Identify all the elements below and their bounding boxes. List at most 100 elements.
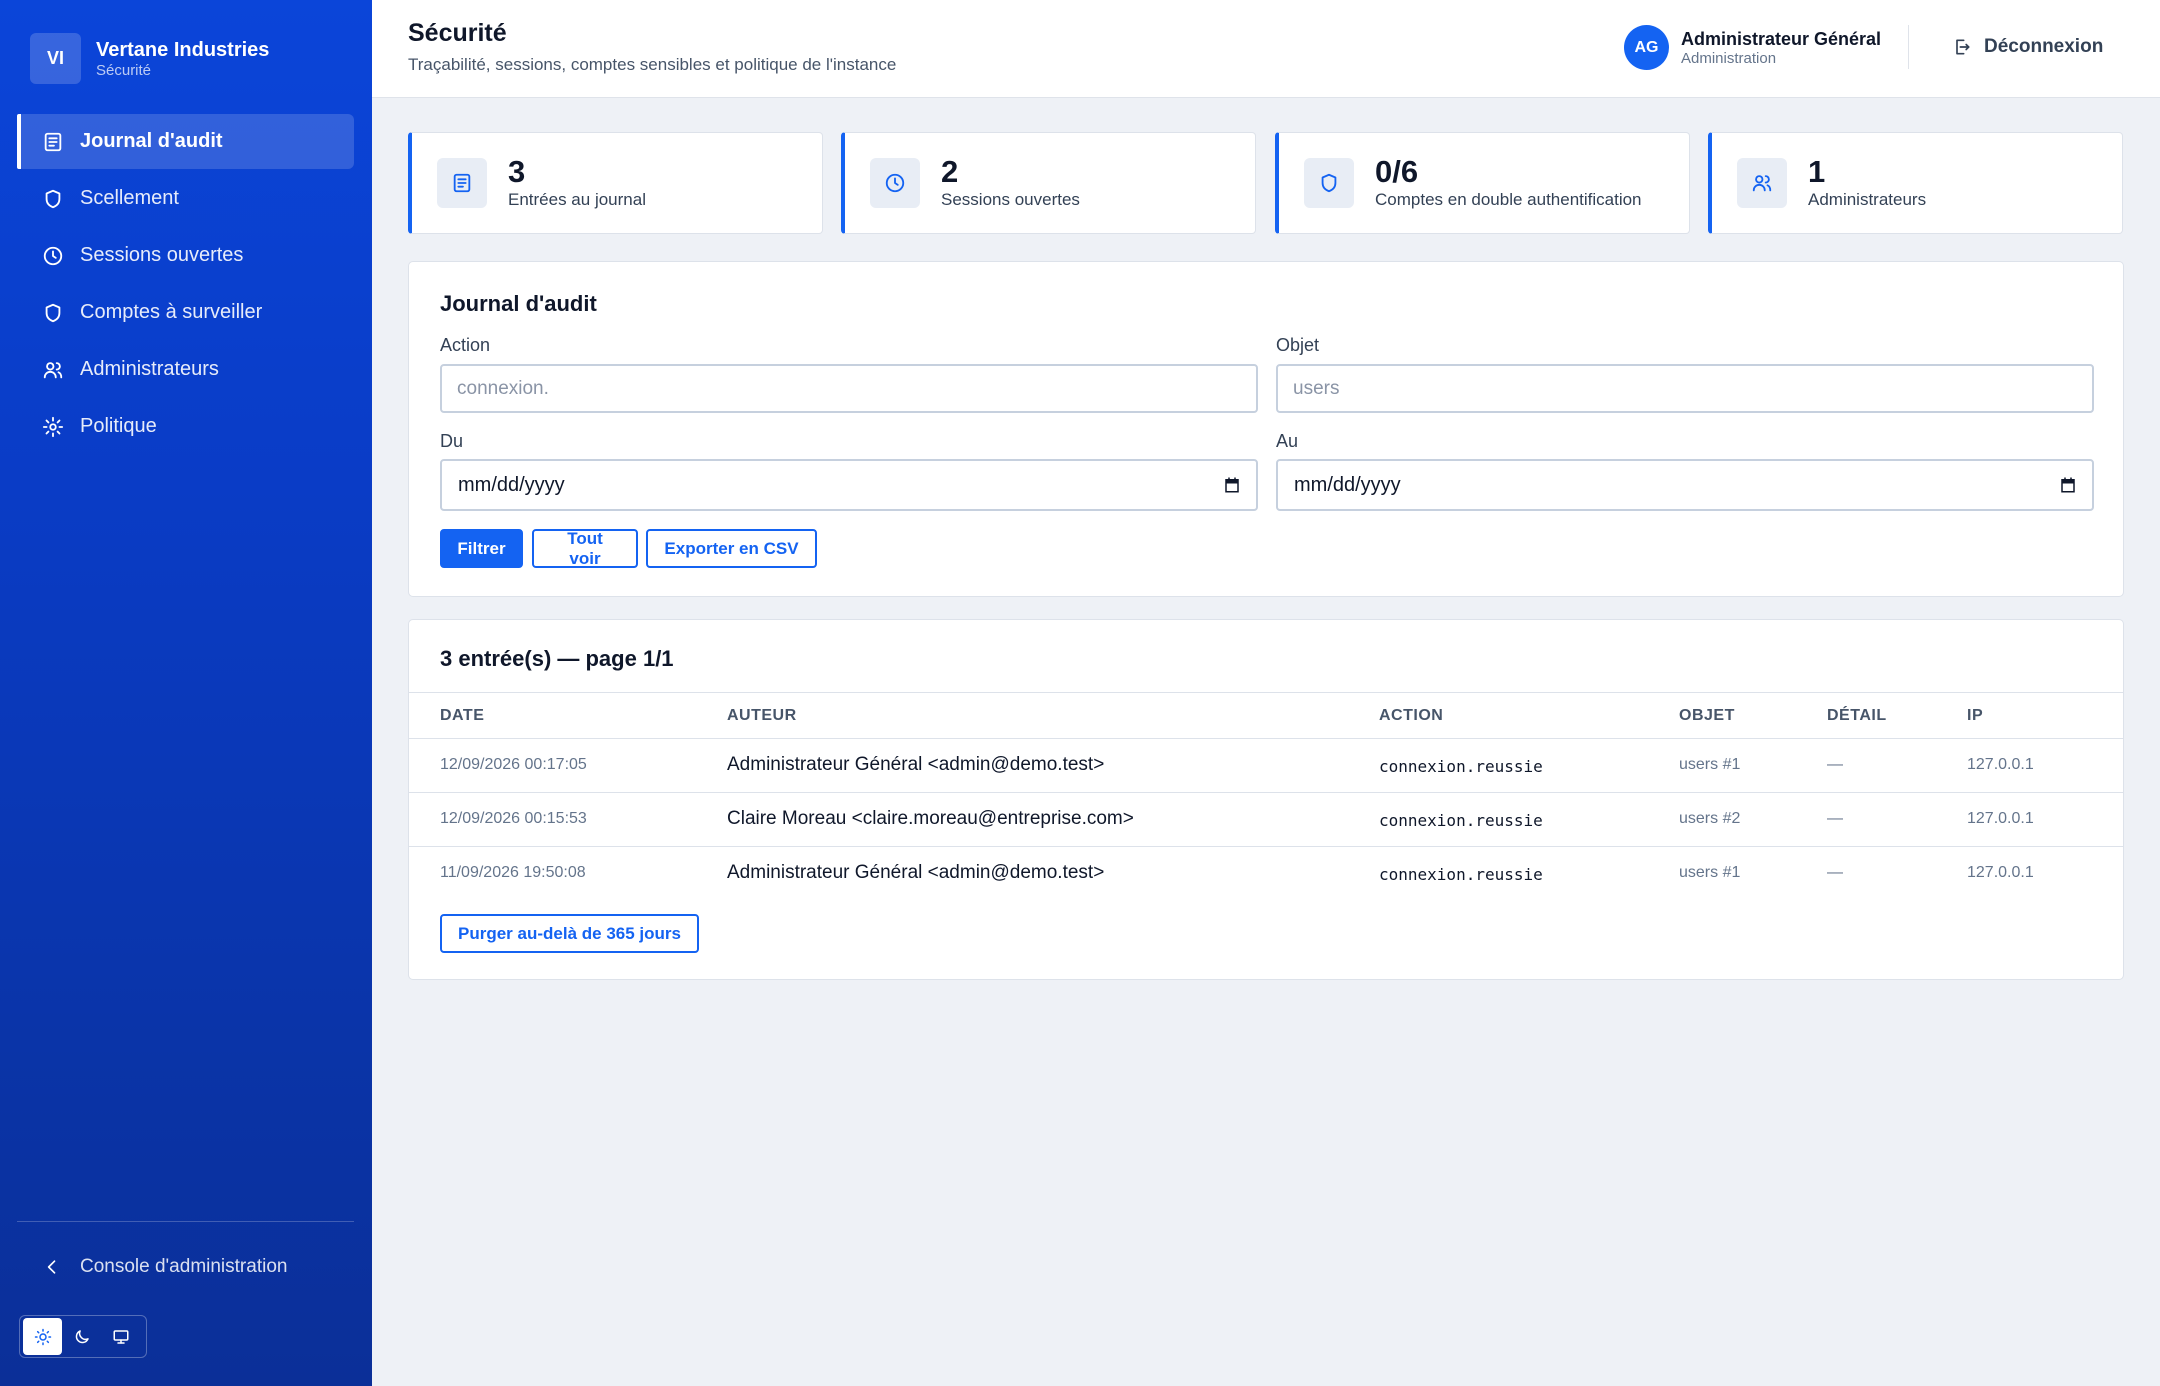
theme-system-button[interactable] (101, 1318, 140, 1355)
sun-icon (34, 1328, 51, 1345)
stat-value: 1 (1808, 154, 1826, 189)
table-row[interactable]: 12/09/2026 00:15:53 Claire Moreau <clair… (409, 793, 2123, 847)
from-label: Du (440, 431, 464, 451)
panel-title: Journal d'audit (440, 291, 597, 316)
object-label: Objet (1276, 335, 1320, 355)
sidebar-divider (17, 1221, 354, 1222)
sidebar-item-label: Sessions ouvertes (80, 244, 244, 266)
user-menu[interactable]: AG Administrateur Général Administration (1624, 25, 1881, 70)
audit-filter-panel: Journal d'audit Action Objet Du mm/dd/yy… (408, 261, 2124, 597)
theme-light-button[interactable] (23, 1318, 62, 1355)
cell-ip: 127.0.0.1 (1967, 810, 2034, 827)
stat-label: Administrateurs (1808, 190, 1927, 209)
sidebar-item-administrateurs[interactable]: Administrateurs (17, 342, 354, 397)
page-title: Sécurité (408, 19, 507, 47)
purge-button[interactable]: Purger au-delà de 365 jours (440, 914, 699, 953)
cell-ip: 127.0.0.1 (1967, 756, 2034, 773)
gear-icon (42, 416, 64, 438)
action-label: Action (440, 335, 491, 355)
from-date-value: mm/dd/yyyy (458, 473, 565, 496)
cell-action: connexion.reussie (1379, 757, 1543, 776)
from-date-input[interactable]: mm/dd/yyyy (440, 459, 1258, 511)
stat-value: 3 (508, 154, 526, 189)
theme-switch (19, 1315, 147, 1358)
sidebar-item-politique[interactable]: Politique (17, 399, 354, 454)
chevron-left-icon (47, 1260, 56, 1274)
brand-name: Vertane Industries (96, 38, 270, 61)
sidebar-item-comptes[interactable]: Comptes à surveiller (17, 285, 354, 340)
table-row[interactable]: 12/09/2026 00:17:05 Administrateur Génér… (409, 739, 2123, 793)
cell-author: Administrateur Général <admin@demo.test> (727, 862, 1105, 883)
stat-card-admins: 1 Administrateurs (1708, 132, 2123, 234)
user-name: Administrateur Général (1681, 28, 1882, 49)
column-header-ip[interactable]: IP (1967, 707, 1983, 725)
sidebar-item-label: Administrateurs (80, 358, 219, 380)
logout-button[interactable]: Déconnexion (1952, 36, 2103, 58)
users-icon (1737, 158, 1787, 208)
column-header-object[interactable]: OBJET (1679, 707, 1735, 725)
stat-card-sessions: 2 Sessions ouvertes (841, 132, 1256, 234)
calendar-icon[interactable] (1223, 476, 1241, 494)
shield-icon (42, 188, 64, 210)
brand-logo: VI (30, 33, 81, 84)
sidebar-nav: Journal d'audit Scellement Sessions ouve… (17, 114, 354, 456)
sidebar: VI Vertane Industries Sécurité Journal d… (0, 0, 372, 1386)
calendar-icon[interactable] (2059, 476, 2077, 494)
export-csv-button[interactable]: Exporter en CSV (646, 529, 817, 568)
action-input[interactable] (440, 364, 1258, 413)
users-icon (42, 359, 64, 381)
monitor-icon (113, 1329, 128, 1344)
sidebar-item-label: Comptes à surveiller (80, 301, 263, 323)
cell-object: users #1 (1679, 864, 1741, 881)
column-header-action[interactable]: ACTION (1379, 707, 1443, 725)
column-header-detail[interactable]: DÉTAIL (1827, 707, 1887, 725)
stat-label: Entrées au journal (508, 190, 646, 209)
sidebar-item-label: Scellement (80, 187, 179, 209)
stat-value: 2 (941, 154, 959, 189)
to-date-value: mm/dd/yyyy (1294, 473, 1401, 496)
page-subtitle: Traçabilité, sessions, comptes sensibles… (408, 55, 897, 74)
cell-date: 12/09/2026 00:17:05 (440, 756, 587, 773)
logout-label: Déconnexion (1984, 36, 2104, 57)
to-date-input[interactable]: mm/dd/yyyy (1276, 459, 2094, 511)
table-header: DATE AUTEUR ACTION OBJET DÉTAIL IP (409, 692, 2123, 739)
audit-table-panel: 3 entrée(s) — page 1/1 DATE AUTEUR ACTIO… (408, 619, 2124, 980)
sidebar-item-journal-audit[interactable]: Journal d'audit (17, 114, 354, 169)
header-divider (1908, 25, 1909, 69)
logout-icon (1956, 39, 1970, 55)
sidebar-item-label: Journal d'audit (80, 130, 223, 152)
stat-value: 0/6 (1375, 154, 1419, 189)
cell-date: 11/09/2026 19:50:08 (440, 864, 586, 881)
document-icon (42, 131, 64, 153)
cell-object: users #1 (1679, 756, 1741, 773)
user-role: Administration (1681, 49, 1777, 67)
sidebar-item-scellement[interactable]: Scellement (17, 171, 354, 226)
cell-detail: — (1827, 756, 1843, 773)
stat-label: Sessions ouvertes (941, 190, 1080, 209)
stat-label: Comptes en double authentification (1375, 190, 1642, 209)
object-input[interactable] (1276, 364, 2094, 413)
column-header-date[interactable]: DATE (440, 707, 484, 725)
console-link-label: Console d'administration (80, 1256, 288, 1277)
brand: VI Vertane Industries Sécurité (30, 33, 269, 84)
theme-dark-button[interactable] (62, 1318, 101, 1355)
table-title: 3 entrée(s) — page 1/1 (440, 646, 674, 671)
sidebar-item-label: Politique (80, 415, 157, 437)
clock-icon (870, 158, 920, 208)
shield-icon (1304, 158, 1354, 208)
cell-ip: 127.0.0.1 (1967, 864, 2034, 881)
cell-author: Claire Moreau <claire.moreau@entreprise.… (727, 808, 1134, 829)
stat-card-2fa: 0/6 Comptes en double authentification (1275, 132, 1690, 234)
cell-date: 12/09/2026 00:15:53 (440, 810, 587, 827)
console-link[interactable]: Console d'administration (42, 1256, 287, 1278)
filter-button[interactable]: Filtrer (440, 529, 523, 568)
column-header-author[interactable]: AUTEUR (727, 707, 797, 725)
cell-action: connexion.reussie (1379, 811, 1543, 830)
sidebar-item-sessions[interactable]: Sessions ouvertes (17, 228, 354, 283)
clock-icon (42, 245, 64, 267)
view-all-button[interactable]: Tout voir (532, 529, 638, 568)
table-row[interactable]: 11/09/2026 19:50:08 Administrateur Génér… (409, 847, 2123, 901)
stat-card-entries: 3 Entrées au journal (408, 132, 823, 234)
cell-detail: — (1827, 864, 1843, 881)
cell-detail: — (1827, 810, 1843, 827)
